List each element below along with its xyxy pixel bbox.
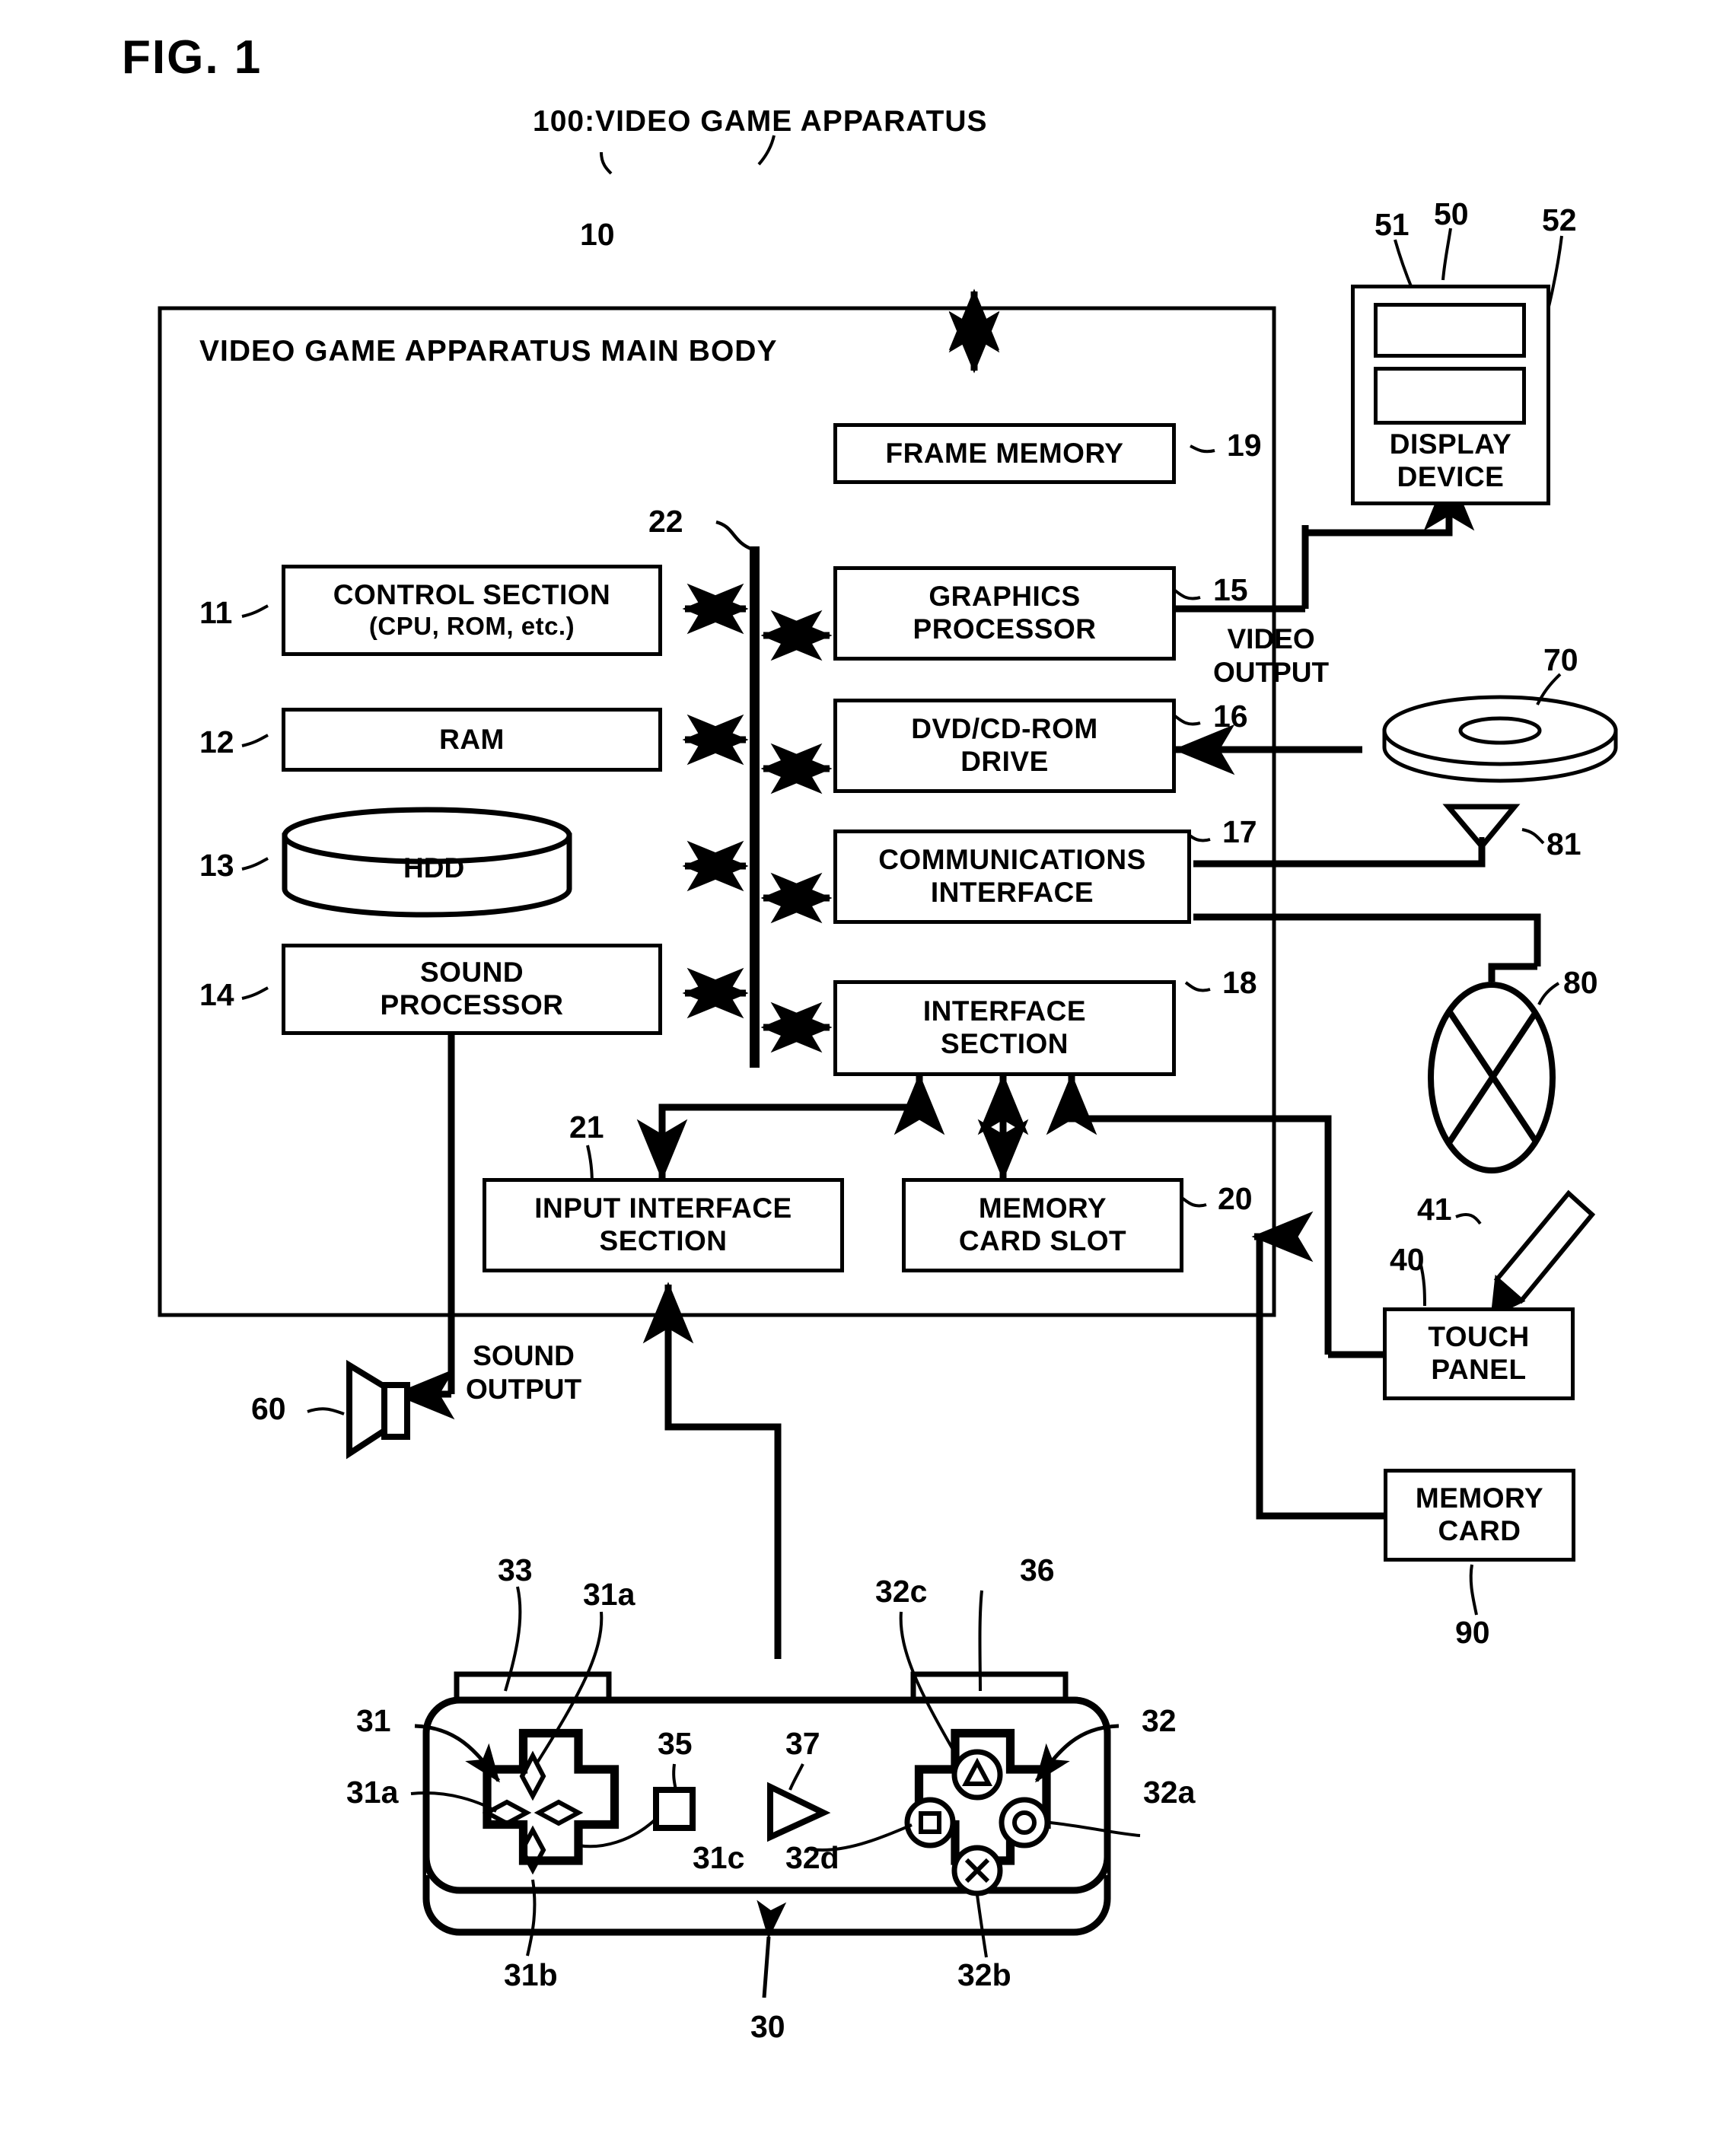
ref-16: 16 (1213, 699, 1248, 734)
ref-31: 31 (356, 1703, 391, 1738)
block-touch-panel[interactable]: TOUCH PANEL (1383, 1307, 1575, 1400)
ref-30: 30 (750, 2009, 785, 2044)
ref-11: 11 (199, 595, 233, 630)
memory-card-slot-line2: CARD SLOT (958, 1225, 1127, 1256)
block-memory-card[interactable]: MEMORY CARD (1384, 1469, 1575, 1562)
ref-14: 14 (199, 977, 234, 1012)
ref-51: 51 (1374, 207, 1410, 242)
ref-35: 35 (658, 1726, 693, 1761)
comm-interface-line1: COMMUNICATIONS (878, 844, 1146, 876)
ref-81: 81 (1546, 826, 1582, 861)
ref-18: 18 (1222, 965, 1257, 1000)
comm-interface-line2: INTERFACE (930, 877, 1094, 908)
main-body-label: VIDEO GAME APPARATUS MAIN BODY (199, 335, 778, 368)
ref-32: 32 (1142, 1703, 1177, 1738)
block-interface-section[interactable]: INTERFACE SECTION (833, 980, 1176, 1076)
ref-31b: 31b (504, 1957, 558, 1992)
display-screen-upper (1374, 303, 1526, 358)
control-section-line1: CONTROL SECTION (333, 579, 611, 611)
interface-section-line1: INTERFACE (922, 995, 1087, 1027)
graphics-processor-line1: GRAPHICS (929, 581, 1081, 613)
ref-41: 41 (1417, 1192, 1452, 1227)
ref-12: 12 (199, 724, 234, 759)
dvd-drive-line1: DVD/CD-ROM (911, 713, 1098, 745)
sound-output-label: SOUND OUTPUT (466, 1340, 582, 1405)
ref-20: 20 (1218, 1181, 1253, 1216)
control-section-line2: (CPU, ROM, etc.) (368, 612, 575, 641)
ref-31c: 31c (693, 1840, 745, 1875)
ref-15: 15 (1213, 572, 1248, 607)
ref-80: 80 (1563, 965, 1598, 1000)
block-memory-card-slot[interactable]: MEMORY CARD SLOT (902, 1178, 1183, 1272)
memory-card-line1: MEMORY (1415, 1482, 1544, 1514)
ref-32a: 32a (1143, 1775, 1196, 1810)
ram-label: RAM (439, 723, 505, 755)
ref-70: 70 (1543, 642, 1578, 677)
ref-32c: 32c (875, 1574, 928, 1609)
ref-13: 13 (199, 848, 234, 883)
hdd-label: HDD (403, 852, 465, 884)
ref-52: 52 (1542, 202, 1577, 237)
ref-10: 10 (580, 217, 615, 252)
ref-19: 19 (1227, 428, 1262, 463)
ref-36: 36 (1020, 1552, 1055, 1587)
display-device-line1: DISPLAY (1389, 428, 1512, 460)
block-control-section[interactable]: CONTROL SECTION (CPU, ROM, etc.) (282, 565, 662, 656)
ref-40: 40 (1390, 1242, 1425, 1277)
ref-32b: 32b (957, 1957, 1011, 1992)
block-dvd-cd-rom-drive[interactable]: DVD/CD-ROM DRIVE (833, 699, 1176, 793)
ref-90: 90 (1455, 1615, 1490, 1650)
ref-31a-left: 31a (346, 1775, 399, 1810)
block-graphics-processor[interactable]: GRAPHICS PROCESSOR (833, 566, 1176, 661)
ref-37: 37 (785, 1726, 820, 1761)
sound-processor-line1: SOUND (419, 957, 524, 989)
block-ram[interactable]: RAM (282, 708, 662, 772)
touch-panel-line1: TOUCH (1428, 1321, 1530, 1353)
display-screen-lower (1374, 367, 1526, 425)
video-output-label: VIDEO OUTPUT (1213, 623, 1330, 688)
graphics-processor-line2: PROCESSOR (913, 613, 1097, 645)
interface-section-line2: SECTION (941, 1028, 1069, 1059)
dvd-drive-line2: DRIVE (960, 746, 1049, 777)
block-sound-processor[interactable]: SOUND PROCESSOR (282, 944, 662, 1035)
ref-21: 21 (569, 1110, 604, 1145)
display-device-line2: DEVICE (1397, 461, 1505, 493)
block-frame-memory[interactable]: FRAME MEMORY (833, 423, 1176, 484)
input-interface-line2: SECTION (599, 1225, 728, 1256)
patent-figure: FIG. 1 100:VIDEO GAME APPARATUS VIDEO GA… (0, 0, 1736, 2143)
ref-32d: 32d (785, 1840, 839, 1875)
ref-33: 33 (498, 1552, 533, 1587)
ref-22: 22 (648, 504, 683, 539)
ref-17: 17 (1222, 814, 1257, 849)
input-interface-line1: INPUT INTERFACE (534, 1193, 792, 1224)
block-input-interface-section[interactable]: INPUT INTERFACE SECTION (483, 1178, 844, 1272)
block-communications-interface[interactable]: COMMUNICATIONS INTERFACE (833, 829, 1191, 924)
ref-31a-top: 31a (583, 1577, 635, 1612)
touch-panel-line2: PANEL (1431, 1354, 1527, 1385)
memory-card-line2: CARD (1438, 1515, 1521, 1546)
ref-50: 50 (1434, 196, 1469, 231)
memory-card-slot-line1: MEMORY (978, 1193, 1107, 1224)
sound-processor-line2: PROCESSOR (380, 989, 564, 1021)
frame-memory-label: FRAME MEMORY (885, 437, 1124, 469)
ref-60: 60 (251, 1391, 286, 1426)
